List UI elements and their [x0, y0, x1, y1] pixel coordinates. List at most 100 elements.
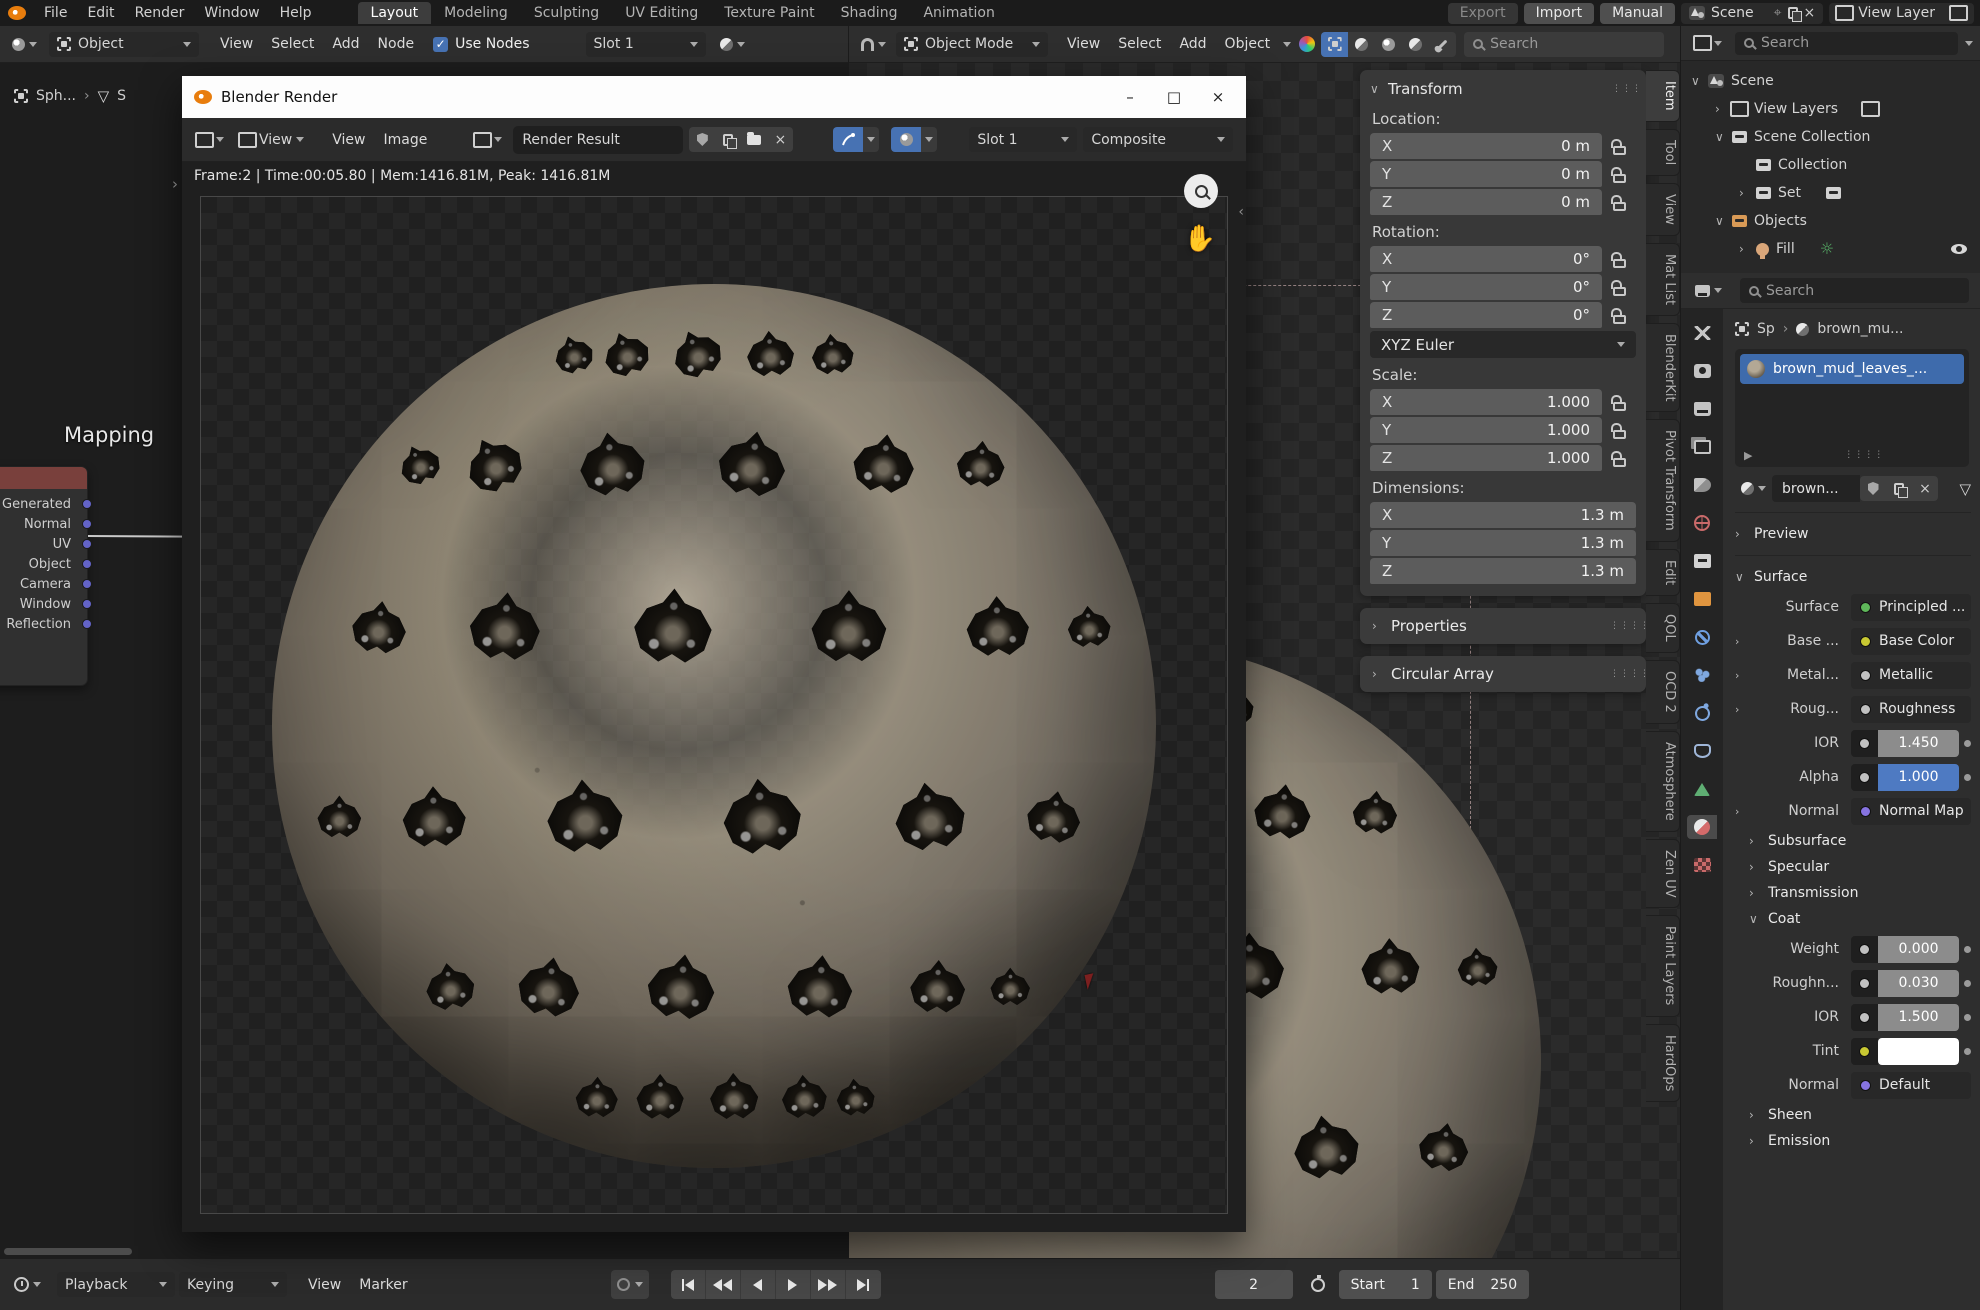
pin-icon[interactable]: ⌖: [1774, 5, 1782, 21]
expand-arrow-icon[interactable]: ▶: [1744, 449, 1752, 462]
open-image-folder-icon[interactable]: [741, 127, 767, 152]
sidebar-tab-mat-list[interactable]: Mat List: [1646, 243, 1680, 316]
unlink-material-icon[interactable]: ×: [1912, 476, 1938, 501]
viewport-search-input[interactable]: Search: [1464, 32, 1664, 57]
section-transmission[interactable]: ›Transmission: [1735, 880, 1971, 906]
viewport-menu-select[interactable]: Select: [1109, 33, 1170, 55]
view-layer-selector[interactable]: View Layer: [1829, 3, 1974, 24]
outliner-row-objects[interactable]: ∨Objects: [1691, 207, 1975, 235]
shader-menu-add[interactable]: Add: [323, 33, 368, 55]
next-keyframe-button[interactable]: [811, 1270, 846, 1299]
menu-window[interactable]: Window: [194, 3, 269, 23]
property-input[interactable]: Metallic: [1851, 662, 1971, 689]
jump-to-start-button[interactable]: [671, 1270, 706, 1299]
properties-tab-particles[interactable]: [1687, 663, 1717, 687]
shader-type-selector[interactable]: Object: [49, 32, 199, 57]
lock-toggle[interactable]: [1602, 194, 1636, 211]
transform-input-z[interactable]: Z1.000: [1370, 445, 1602, 471]
image-name-field[interactable]: Render Result: [513, 126, 683, 154]
expander-icon[interactable]: ∨: [1715, 130, 1725, 144]
outliner-search-input[interactable]: Search: [1735, 32, 1958, 55]
decorator-dot-icon[interactable]: [1964, 946, 1971, 953]
frame-start-field[interactable]: Start1: [1339, 1270, 1432, 1299]
property-slider[interactable]: 1.500: [1851, 1004, 1959, 1031]
node-socket-window[interactable]: [82, 599, 92, 609]
sidebar-tab-ocd-2[interactable]: OCD 2: [1646, 660, 1680, 724]
sidebar-tab-paint-layers[interactable]: Paint Layers: [1646, 915, 1680, 1016]
expand-caret-icon[interactable]: ›: [1735, 635, 1749, 648]
transform-input-z[interactable]: Z1.3 m: [1370, 558, 1636, 584]
panel-grip-icon[interactable]: ⋮⋮⋮⋮: [1610, 624, 1634, 629]
expand-caret-icon[interactable]: ›: [1735, 669, 1749, 682]
property-input[interactable]: Principled ...: [1851, 594, 1971, 621]
stopwatch-icon[interactable]: [1311, 1278, 1325, 1292]
properties-tab-collection[interactable]: [1687, 549, 1717, 573]
decorator-dot-icon[interactable]: [1964, 1048, 1971, 1055]
material-preview-icon[interactable]: [1299, 36, 1315, 52]
section-sheen[interactable]: ›Sheen: [1735, 1102, 1971, 1128]
rotation-mode-dropdown[interactable]: XYZ Euler: [1370, 331, 1636, 358]
gizmo-toggle[interactable]: [833, 127, 879, 152]
properties-tab-data[interactable]: [1687, 777, 1717, 801]
preview-section-header[interactable]: ›Preview: [1735, 521, 1971, 547]
timeline-editor-dropdown[interactable]: [8, 1274, 47, 1295]
transform-input-y[interactable]: Y0°: [1370, 274, 1602, 300]
fake-user-shield-icon[interactable]: [1860, 476, 1886, 501]
expand-caret-icon[interactable]: ›: [1735, 703, 1749, 716]
panel-circular-array[interactable]: ›Circular Array⋮⋮⋮⋮: [1360, 656, 1646, 692]
render-menu-view[interactable]: View: [323, 129, 374, 151]
sidebar-tab-edit[interactable]: Edit: [1646, 549, 1680, 596]
prev-keyframe-button[interactable]: [706, 1270, 741, 1299]
lock-toggle[interactable]: [1602, 279, 1636, 296]
transform-panel-header[interactable]: ∨ Transform ⋮⋮⋮⋮: [1370, 78, 1636, 102]
material-name-field[interactable]: brown...: [1772, 475, 1860, 502]
workspace-tab-uv-editing[interactable]: UV Editing: [612, 2, 711, 24]
workspace-tab-modeling[interactable]: Modeling: [431, 2, 521, 24]
menu-file[interactable]: File: [34, 3, 77, 23]
sidebar-tab-qol[interactable]: QOL: [1646, 603, 1680, 653]
shader-menu-node[interactable]: Node: [369, 33, 424, 55]
workspace-tab-animation[interactable]: Animation: [910, 2, 1007, 24]
node-editor-toggle-icon[interactable]: ▽: [1959, 480, 1971, 498]
expander-icon[interactable]: ›: [1739, 186, 1749, 200]
scene-selector[interactable]: Scene ⌖ ×: [1681, 3, 1823, 24]
properties-editor-dropdown[interactable]: [1689, 282, 1728, 300]
section-emission[interactable]: ›Emission: [1735, 1128, 1971, 1154]
orientation-dropdown[interactable]: [1283, 42, 1291, 47]
coat-section-header[interactable]: ∨Coat: [1735, 906, 1971, 932]
node-socket-normal[interactable]: [82, 519, 92, 529]
menu-render[interactable]: Render: [125, 3, 195, 23]
properties-tab-tool[interactable]: [1687, 321, 1717, 345]
properties-tab-material[interactable]: [1687, 815, 1717, 839]
region-toggle-arrow[interactable]: ›: [172, 175, 178, 193]
outliner-row-fill[interactable]: ›Fill☼: [1691, 235, 1975, 263]
shading-wire-button[interactable]: [1402, 32, 1429, 57]
sidebar-tab-blenderkit[interactable]: BlenderKit: [1646, 323, 1680, 413]
properties-tab-constraint[interactable]: [1687, 739, 1717, 763]
overlay-toggle[interactable]: [891, 127, 937, 152]
copy-material-icon[interactable]: [1886, 476, 1912, 501]
properties-tab-output[interactable]: [1687, 397, 1717, 421]
auto-key-button[interactable]: [611, 1270, 649, 1299]
transform-input-y[interactable]: Y0 m: [1370, 161, 1602, 187]
property-slider[interactable]: 1.000: [1851, 764, 1959, 791]
expander-icon[interactable]: ›: [1715, 102, 1725, 116]
properties-tab-modifier[interactable]: [1687, 625, 1717, 649]
sidebar-tab-view[interactable]: View: [1646, 183, 1680, 236]
transform-input-x[interactable]: X0 m: [1370, 133, 1602, 159]
property-slider[interactable]: 0.030: [1851, 970, 1959, 997]
display-mode-dropdown[interactable]: View: [235, 129, 309, 151]
unlink-image-icon[interactable]: ×: [767, 127, 793, 152]
property-input[interactable]: Default: [1851, 1072, 1971, 1099]
play-reverse-button[interactable]: [741, 1270, 776, 1299]
viewport-menu-view[interactable]: View: [1058, 33, 1109, 55]
workspace-tab-texture-paint[interactable]: Texture Paint: [711, 2, 827, 24]
lock-toggle[interactable]: [1602, 251, 1636, 268]
workspace-tab-layout[interactable]: Layout: [358, 2, 432, 24]
maximize-button[interactable]: □: [1152, 76, 1196, 118]
transform-input-z[interactable]: Z0°: [1370, 302, 1602, 328]
render-window-titlebar[interactable]: Blender Render – □ ×: [182, 76, 1246, 118]
properties-tab-object[interactable]: [1687, 587, 1717, 611]
node-socket-generated[interactable]: [82, 499, 92, 509]
node-socket-reflection[interactable]: [82, 619, 92, 629]
